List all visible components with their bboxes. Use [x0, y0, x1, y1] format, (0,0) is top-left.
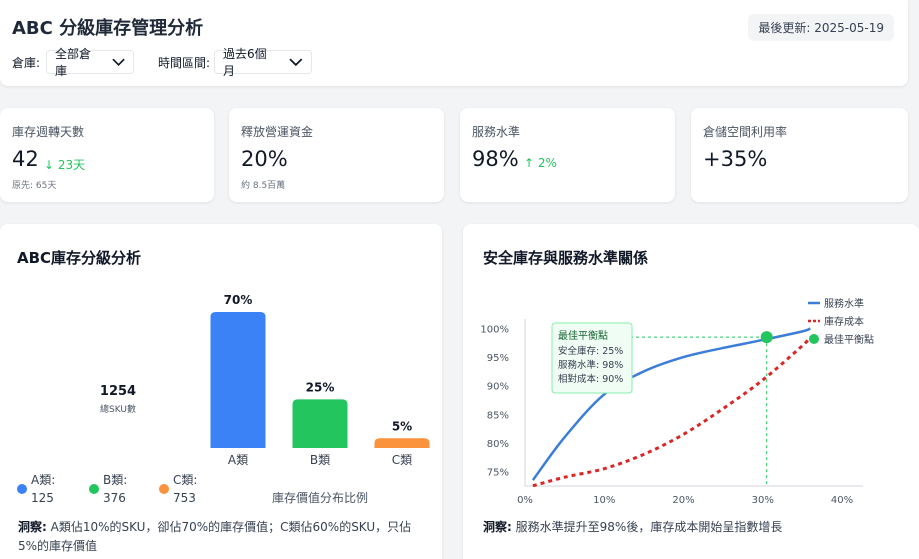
kpi-card-turnover-days: 庫存週轉天數 42 ↓ 23天 原先: 65天 [0, 108, 214, 202]
y-tick-label: 85% [487, 410, 509, 421]
tooltip-line: 安全庫存: 25% [558, 345, 623, 357]
legend-label: C類: [173, 473, 197, 487]
x-tick-label: 30% [752, 495, 774, 506]
legend-swatch-dot [809, 334, 819, 344]
legend-label: 最佳平衡點 [824, 333, 874, 346]
warehouse-select[interactable]: 全部倉庫 [46, 47, 134, 78]
legend-count: 753 [173, 491, 196, 505]
kpi-value: 98% [472, 147, 519, 171]
y-tick-label: 100% [480, 325, 509, 336]
abc-analysis-panel: ABC庫存分級分析 1254 總SKU數 庫存價值分布比例 70% A類 25% B類… [0, 224, 442, 559]
y-tick-label: 75% [487, 468, 509, 479]
period-filter-label: 時間區間: [158, 56, 211, 70]
page-title: ABC 分級庫存管理分析 [12, 18, 204, 39]
warehouse-select-value: 全部倉庫 [55, 47, 92, 78]
period-select[interactable]: 過去6個月 [214, 47, 312, 78]
kpi-title: 服務水準 [472, 125, 521, 139]
bar-1 [210, 312, 266, 448]
bar-category-label: C類 [392, 453, 412, 467]
insight-text: A類佔10%的SKU，卻佔70%的庫存價值；C類佔60%的SKU，只佔5%的庫存… [18, 520, 412, 553]
kpi-title: 倉儲空間利用率 [703, 125, 788, 139]
balance-tooltip: 最佳平衡點安全庫存: 25% 服務水準: 98% 相對成本: 90% [551, 322, 633, 394]
kpi-value: 20% [241, 147, 288, 171]
legend-dot [159, 484, 169, 494]
legend-dot [89, 484, 99, 494]
legend-label: 庫存成本 [824, 315, 864, 328]
legend-label: A類: [31, 473, 55, 487]
abc-insight: 洞察: A類佔10%的SKU，卻佔70%的庫存價值；C類佔60%的SKU，只佔5… [18, 518, 428, 556]
bar-category-label: A類 [228, 453, 248, 467]
x-tick-label: 0% [517, 495, 533, 506]
x-tick-label: 20% [672, 495, 694, 506]
period-select-value: 過去6個月 [223, 47, 267, 78]
header-bar: ABC 分級庫存管理分析 最後更新: 2025-05-19 倉庫: 全部倉庫 時… [0, 0, 908, 86]
total-sku-value: 1254 [100, 384, 136, 399]
y-tick-label: 95% [487, 353, 509, 364]
tooltip-line: 相對成本: 90% [558, 373, 623, 385]
kpi-subtext: 原先: 65天 [12, 181, 57, 191]
insight-label: 洞察: [483, 520, 512, 534]
chevron-down-icon [112, 58, 125, 66]
abc-bar-chart: 1254 總SKU數 庫存價值分布比例 70% A類 25% B類 5% C類 A類: 125… [17, 293, 430, 505]
kpi-delta: ↓ 23天 [44, 158, 86, 172]
bar-value-label: 70% [224, 293, 253, 307]
kpi-value: +35% [703, 147, 768, 171]
legend-label: 服務水準 [824, 297, 864, 310]
x-tick-label: 40% [831, 495, 853, 506]
kpi-card-working-capital: 釋放營運資金 20% 約 8.5百萬 [229, 108, 444, 202]
total-sku-label: 總SKU數 [100, 403, 136, 415]
safety-stock-panel: 安全庫存與服務水準關係 75% 80% 85% 90% 95% 100% 0% 10% 20% 3… [463, 224, 919, 559]
kpi-title: 釋放營運資金 [241, 125, 314, 139]
legend-count: 376 [103, 491, 126, 505]
kpi-title: 庫存週轉天數 [12, 125, 85, 139]
bar-value-label: 5% [392, 419, 412, 433]
kpi-card-storage-utilization: 倉儲空間利用率 +35% [691, 108, 908, 202]
bar-value-label: 25% [306, 380, 335, 394]
kpi-subtext: 約 8.5百萬 [241, 181, 286, 191]
kpi-card-service-level: 服務水準 98% ↑ 2% [460, 108, 675, 202]
safety-insight: 洞察: 服務水準提升至98%後，庫存成本開始呈指數增長 [483, 518, 903, 537]
y-tick-label: 90% [487, 382, 509, 393]
kpi-value: 42 [12, 147, 39, 171]
bar-3 [374, 438, 430, 448]
warehouse-filter-label: 倉庫: [12, 56, 41, 70]
bar-2 [292, 399, 348, 448]
balance-point-marker [760, 331, 773, 344]
bar-category-label: B類 [310, 453, 330, 467]
legend-label: B類: [103, 473, 127, 487]
y-tick-label: 80% [487, 439, 509, 450]
tooltip-title: 最佳平衡點 [558, 329, 608, 342]
legend-count: 125 [31, 491, 54, 505]
last-updated-badge: 最後更新: 2025-05-19 [748, 14, 894, 41]
bar-axis-caption: 庫存價值分布比例 [272, 490, 368, 505]
legend-dot [17, 484, 27, 494]
x-tick-label: 10% [593, 495, 615, 506]
chevron-down-icon [289, 58, 303, 67]
kpi-delta: ↑ 2% [524, 156, 557, 170]
insight-label: 洞察: [18, 520, 47, 534]
insight-text: 服務水準提升至98%後，庫存成本開始呈指數增長 [515, 520, 783, 534]
tooltip-line: 服務水準: 98% [558, 359, 623, 371]
service-level-line-chart: 75% 80% 85% 90% 95% 100% 0% 10% 20% 30% 40% 最佳平衡點安全… [480, 297, 874, 506]
